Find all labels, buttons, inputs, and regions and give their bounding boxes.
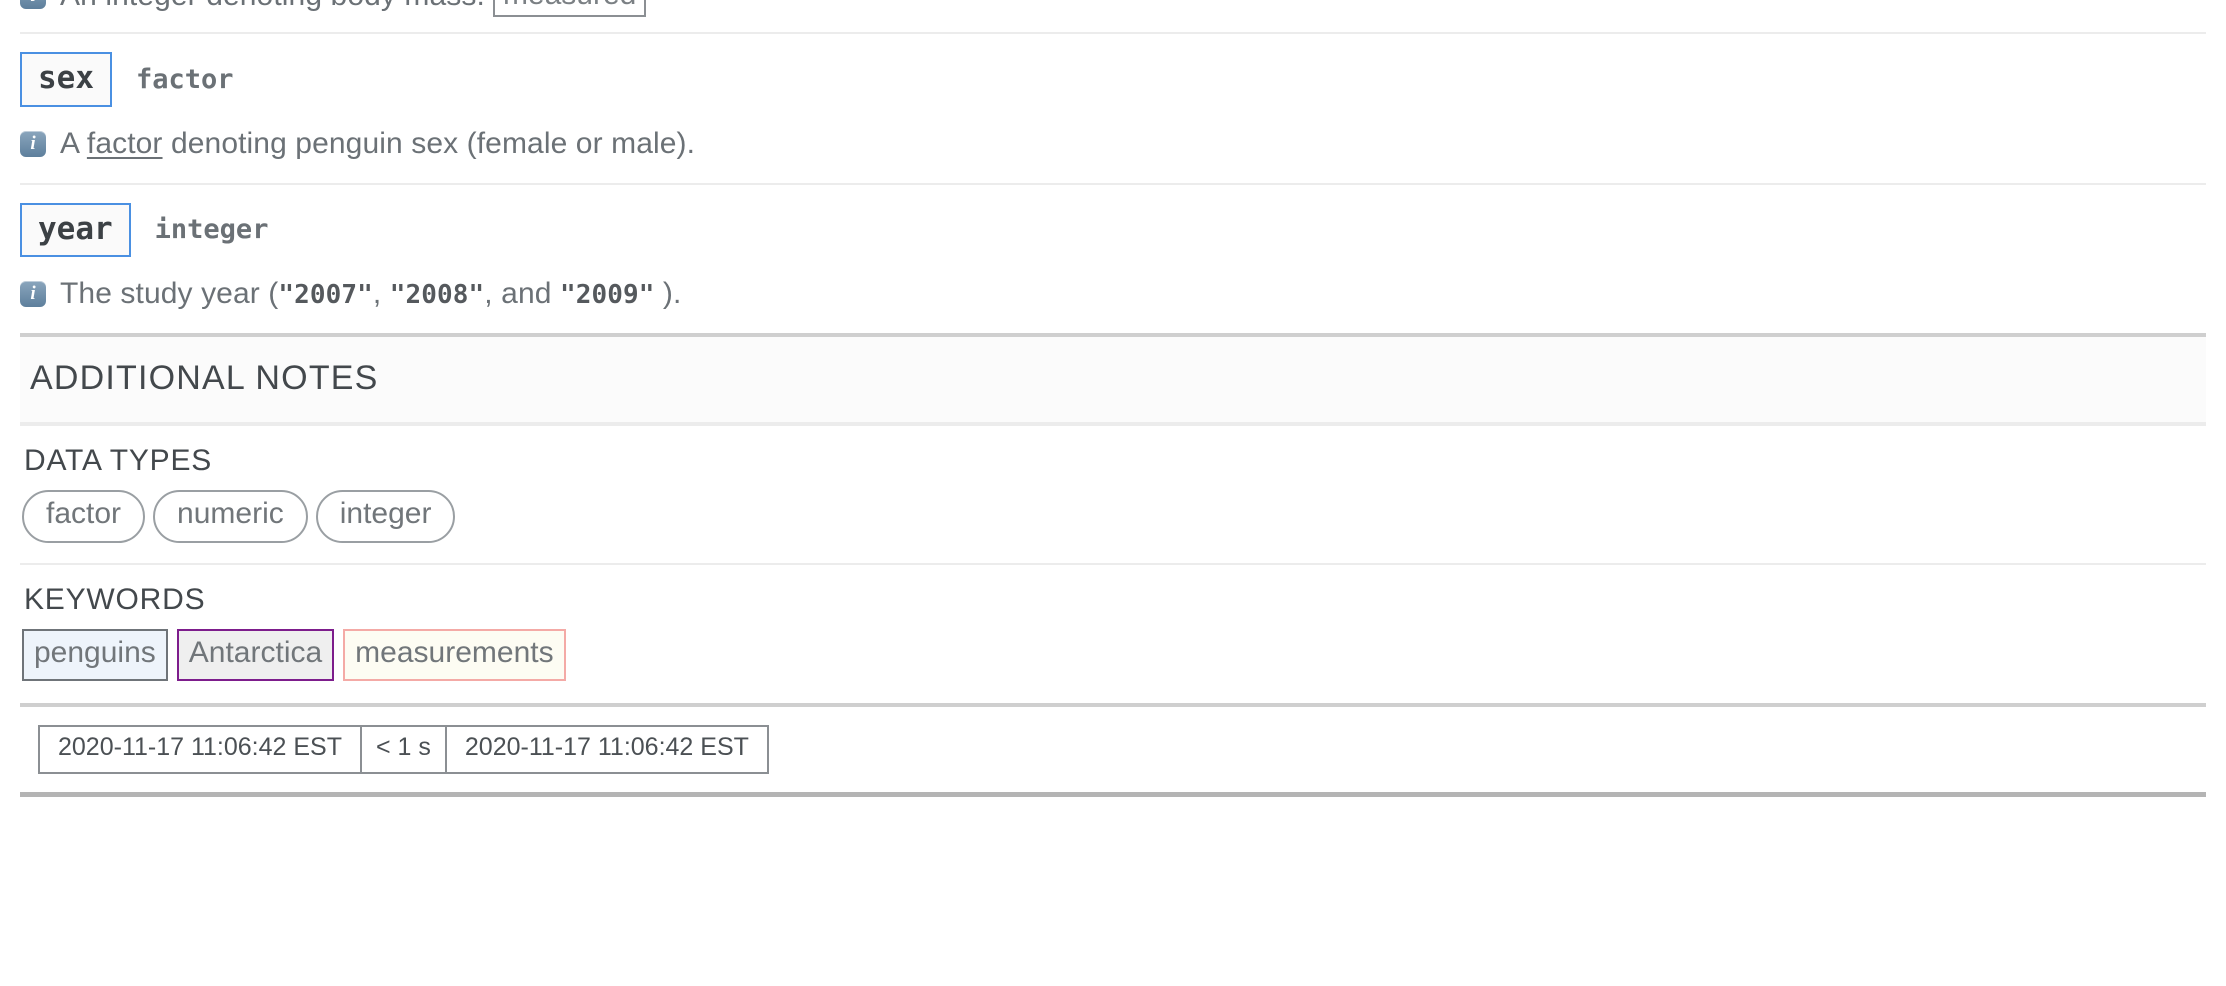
- year-value-2007: "2007": [278, 280, 373, 311]
- section-title-additional-notes: ADDITIONAL NOTES: [30, 359, 379, 398]
- measured-token: measured: [492, 0, 647, 17]
- year-desc-sep1: ,: [372, 277, 390, 311]
- data-type-pill-numeric[interactable]: numeric: [153, 490, 308, 543]
- section-data-types: DATA TYPES factor numeric integer: [0, 426, 2226, 543]
- timestamp-duration: < 1 s: [362, 727, 447, 773]
- keyword-tag-antarctica[interactable]: Antarctica: [176, 628, 335, 682]
- data-types-heading: DATA TYPES: [24, 444, 213, 478]
- timestamp-created: 2020-11-17 11:06:42 EST: [40, 727, 362, 773]
- year-value-2009: "2009": [559, 280, 655, 311]
- year-desc-suffix: ).: [654, 277, 682, 311]
- info-icon: i: [20, 0, 46, 9]
- field-type-year: integer: [154, 214, 269, 246]
- field-name-year[interactable]: year: [20, 202, 131, 258]
- body-mass-description-row: i An integer denoting body mass. measure…: [0, 0, 2226, 32]
- data-types-list: factor numeric integer: [22, 490, 2206, 543]
- field-description-year-text: The study year ("2007", "2008", and "200…: [60, 277, 681, 311]
- field-type-sex: factor: [136, 63, 234, 95]
- body-mass-description-text: An integer denoting body mass.: [60, 0, 485, 13]
- sex-desc-prefix: A: [60, 126, 87, 160]
- field-name-sex[interactable]: sex: [20, 52, 112, 107]
- info-icon: i: [20, 281, 46, 308]
- keyword-tag-penguins[interactable]: penguins: [22, 628, 168, 682]
- divider-bottom: [20, 792, 2206, 798]
- info-icon: i: [20, 130, 46, 157]
- timestamp-modified: 2020-11-17 11:06:42 EST: [464, 733, 749, 762]
- factor-link[interactable]: factor: [87, 127, 163, 160]
- year-desc-prefix: The study year (: [60, 277, 279, 311]
- field-header-sex: sex factor: [0, 34, 2226, 107]
- year-desc-sep2: , and: [484, 277, 560, 311]
- keywords-list: penguins Antarctica measurements: [22, 628, 2206, 682]
- metadata-page: i An integer denoting body mass. measure…: [0, 0, 2226, 798]
- footer-timestamps: 2020-11-17 11:06:42 EST < 1 s 2020-11-17…: [0, 707, 2226, 775]
- timestamp-group: 2020-11-17 11:06:42 EST < 1 s 2020-11-17…: [38, 725, 769, 775]
- section-keywords: KEYWORDS penguins Antarctica measurement…: [0, 565, 2226, 682]
- keywords-heading: KEYWORDS: [24, 582, 206, 616]
- data-type-pill-integer[interactable]: integer: [315, 490, 456, 543]
- sex-desc-suffix: denoting penguin sex (female or male).: [162, 126, 696, 160]
- field-description-sex-text: A factor denoting penguin sex (female or…: [60, 127, 695, 161]
- section-additional-notes: ADDITIONAL NOTES: [20, 333, 2206, 427]
- field-header-year: year integer: [0, 185, 2226, 258]
- field-description-year: i The study year ("2007", "2008", and "2…: [0, 257, 2226, 333]
- data-type-pill-factor[interactable]: factor: [22, 490, 146, 543]
- field-description-sex: i A factor denoting penguin sex (female …: [0, 107, 2226, 183]
- keyword-tag-measurements[interactable]: measurements: [343, 628, 566, 682]
- year-value-2008: "2008": [389, 280, 485, 311]
